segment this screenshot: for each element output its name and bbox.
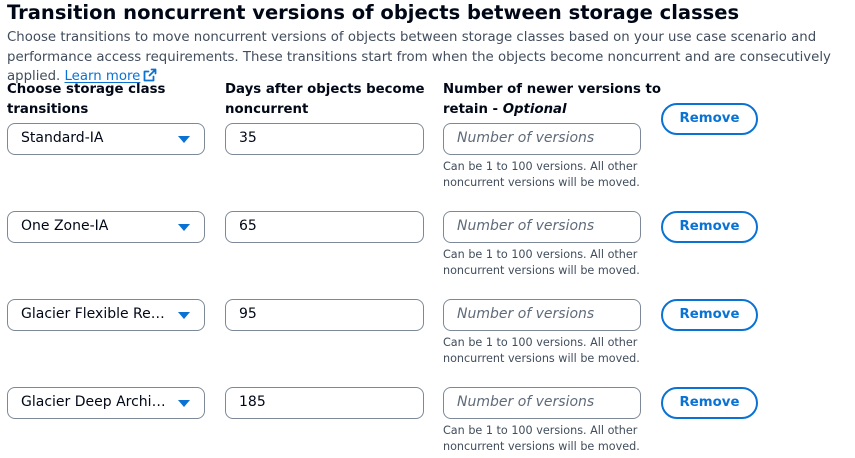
storage-class-value: One Zone-IA xyxy=(21,218,109,234)
versions-hint: Can be 1 to 100 versions. All other nonc… xyxy=(443,335,653,366)
storage-class-value: Glacier Deep Archive xyxy=(21,394,168,410)
column-header-versions: Number of newer versions to retain - Opt… xyxy=(443,80,661,120)
column-header-storage-class-line2: transitions xyxy=(7,102,89,117)
versions-hint: Can be 1 to 100 versions. All other nonc… xyxy=(443,159,653,190)
remove-button[interactable]: Remove xyxy=(661,211,758,243)
column-header-days-line1: Days after objects become xyxy=(225,82,425,97)
versions-hint-line2: noncurrent versions will be moved. xyxy=(443,439,640,453)
caret-down-icon xyxy=(178,312,190,319)
days-input[interactable]: 185 xyxy=(225,387,424,419)
optional-label: Optional xyxy=(502,102,567,117)
versions-hint-line2: noncurrent versions will be moved. xyxy=(443,351,640,365)
versions-retain-label: retain - xyxy=(443,102,503,117)
storage-class-select[interactable]: Standard-IA xyxy=(7,123,205,155)
remove-button[interactable]: Remove xyxy=(661,103,758,135)
versions-hint: Can be 1 to 100 versions. All other nonc… xyxy=(443,423,653,454)
days-input[interactable]: 95 xyxy=(225,299,424,331)
versions-hint-line1: Can be 1 to 100 versions. All other xyxy=(443,248,638,261)
column-header-storage-class-line1: Choose storage class xyxy=(7,82,166,97)
caret-down-icon xyxy=(178,136,190,143)
versions-hint-line2: noncurrent versions will be moved. xyxy=(443,175,640,189)
column-header-days-line2: noncurrent xyxy=(225,102,309,117)
versions-input[interactable]: Number of versions xyxy=(443,299,641,331)
remove-button[interactable]: Remove xyxy=(661,299,758,331)
caret-down-icon xyxy=(178,224,190,231)
caret-down-icon xyxy=(178,400,190,407)
section-title: Transition noncurrent versions of object… xyxy=(7,1,740,24)
column-header-versions-line2: retain - Optional xyxy=(443,100,661,120)
versions-input[interactable]: Number of versions xyxy=(443,211,641,243)
days-input[interactable]: 35 xyxy=(225,123,424,155)
versions-input[interactable]: Number of versions xyxy=(443,123,641,155)
column-header-versions-line1: Number of newer versions to xyxy=(443,82,662,97)
versions-hint-line1: Can be 1 to 100 versions. All other xyxy=(443,336,638,349)
storage-class-value: Standard-IA xyxy=(21,130,104,146)
versions-hint-line1: Can be 1 to 100 versions. All other xyxy=(443,424,638,437)
versions-hint: Can be 1 to 100 versions. All other nonc… xyxy=(443,247,653,278)
versions-input[interactable]: Number of versions xyxy=(443,387,641,419)
versions-hint-line2: noncurrent versions will be moved. xyxy=(443,263,640,277)
column-header-storage-class: Choose storage class transitions xyxy=(7,80,165,120)
column-header-days: Days after objects become noncurrent xyxy=(225,80,425,120)
versions-hint-line1: Can be 1 to 100 versions. All other xyxy=(443,160,638,173)
storage-class-select[interactable]: One Zone-IA xyxy=(7,211,205,243)
remove-button[interactable]: Remove xyxy=(661,387,758,419)
storage-class-value: Glacier Flexible Retri… xyxy=(21,306,168,322)
storage-class-select[interactable]: Glacier Flexible Retri… xyxy=(7,299,205,331)
days-input[interactable]: 65 xyxy=(225,211,424,243)
storage-class-select[interactable]: Glacier Deep Archive xyxy=(7,387,205,419)
